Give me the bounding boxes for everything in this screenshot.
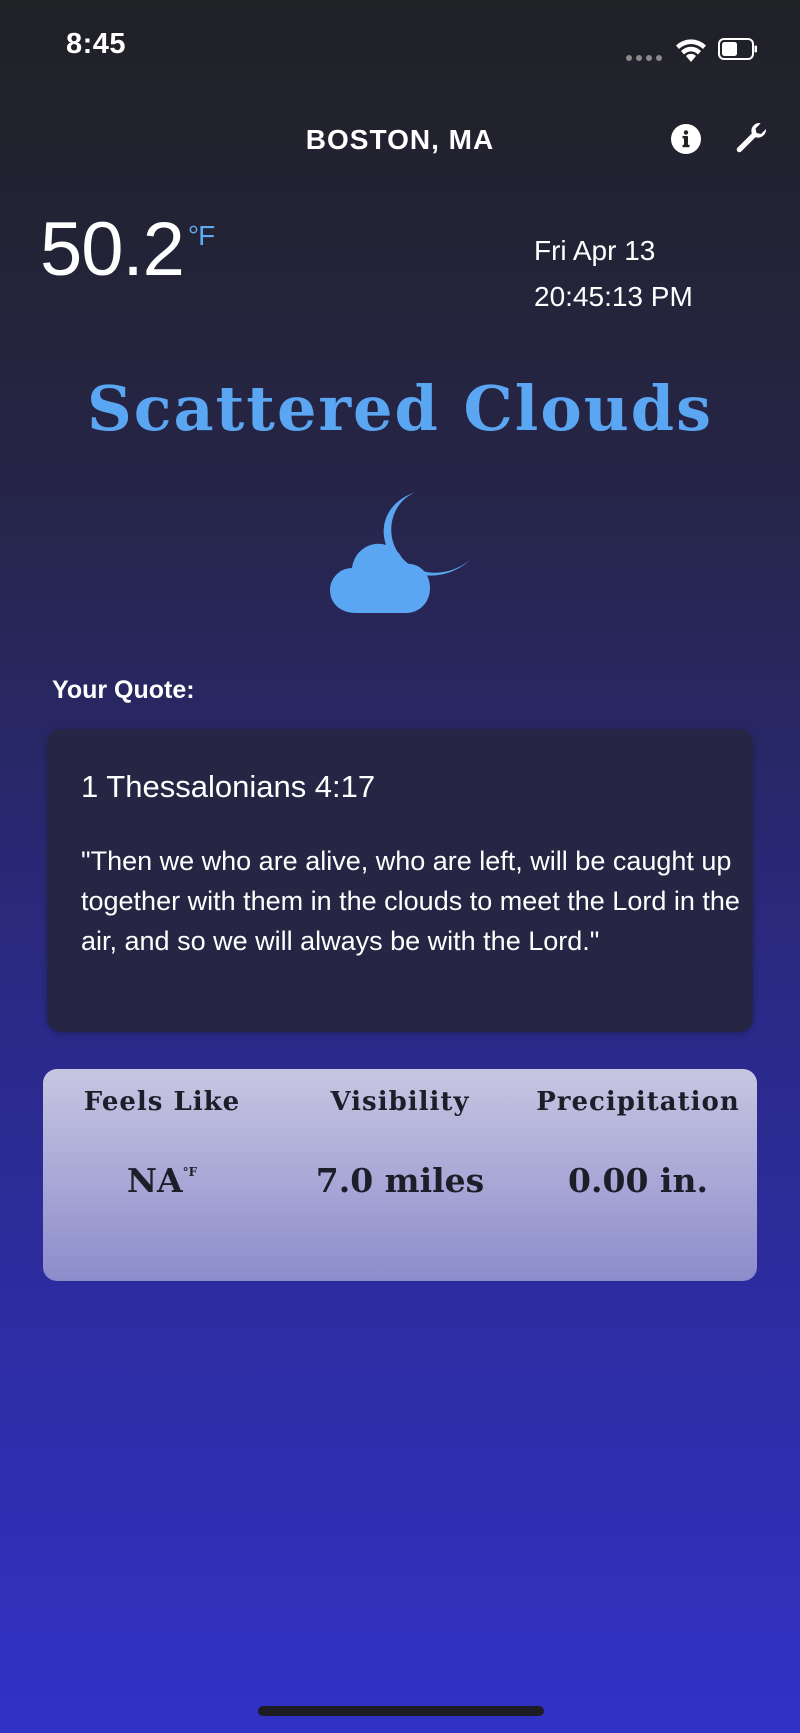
visibility-value: 7.0 miles — [315, 1161, 485, 1200]
wifi-icon — [676, 39, 706, 62]
status-time: 8:45 — [66, 28, 127, 60]
weather-condition: Scattered Clouds — [86, 372, 714, 445]
visibility-stat: Visibility 7.0 miles — [281, 1087, 519, 1200]
cellular-signal-icon — [626, 55, 666, 63]
quote-card: 1 Thessalonians 4:17 "Then we who are al… — [47, 729, 753, 1032]
cloud-moon-icon — [330, 492, 470, 613]
date-time: Fri Apr 13 20:45:13 PM — [534, 228, 693, 320]
feels-like-value: NA°F — [43, 1161, 281, 1200]
precipitation-value: 0.00 in. — [568, 1161, 708, 1200]
quote-label: Your Quote: — [52, 676, 195, 704]
feels-like-label: Feels Like — [83, 1087, 241, 1117]
precipitation-label: Precipitation — [536, 1087, 740, 1117]
battery-icon — [718, 38, 757, 60]
info-icon[interactable] — [670, 123, 702, 155]
wrench-icon[interactable] — [734, 120, 770, 156]
home-indicator[interactable] — [258, 1706, 544, 1716]
current-date: Fri Apr 13 — [534, 235, 656, 266]
temperature-value: 50.2 — [40, 207, 185, 292]
quote-reference: 1 Thessalonians 4:17 — [81, 769, 376, 804]
current-temperature: 50.2 °F — [40, 212, 215, 288]
current-time: 20:45:13 PM — [534, 281, 693, 312]
temperature-unit: °F — [187, 220, 215, 251]
weather-stats-card: Feels Like NA°F Visibility 7.0 miles Pre… — [43, 1069, 757, 1281]
quote-text: "Then we who are alive, who are left, wi… — [81, 846, 740, 956]
feels-like-number: NA — [126, 1161, 183, 1200]
feels-like-stat: Feels Like NA°F — [43, 1087, 281, 1200]
precipitation-stat: Precipitation 0.00 in. — [519, 1087, 757, 1200]
visibility-label: Visibility — [330, 1087, 470, 1117]
feels-like-unit: °F — [182, 1165, 198, 1179]
